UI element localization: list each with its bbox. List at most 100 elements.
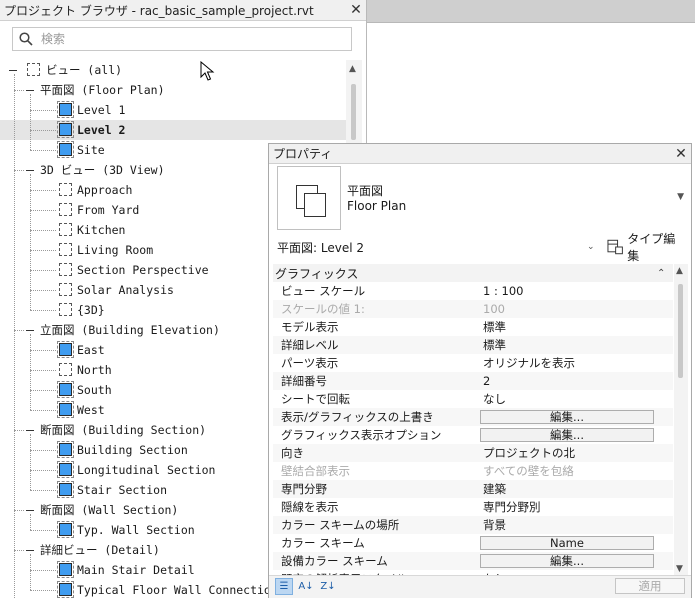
property-name: 表示/グラフィックスの上書き	[281, 410, 434, 424]
tree-connector	[30, 290, 56, 291]
property-value[interactable]: 専門分野別	[478, 499, 673, 515]
plan-view-icon	[57, 341, 74, 358]
scrollbar-thumb[interactable]	[351, 84, 356, 140]
tree-connector	[30, 190, 56, 191]
property-row[interactable]: モデル表示 標準	[273, 318, 673, 336]
scrollbar-thumb[interactable]	[678, 284, 683, 378]
property-edit-button[interactable]: 編集...	[480, 410, 654, 424]
tree-item-view[interactable]: Level 1	[0, 100, 346, 120]
plan-view-icon	[57, 381, 74, 398]
chevron-down-icon[interactable]: ▼	[677, 192, 684, 202]
background-titlebar	[366, 0, 695, 23]
tree-item-label: ビュー (all)	[46, 63, 123, 77]
collapse-icon[interactable]	[9, 70, 17, 71]
3d-view-icon	[59, 223, 72, 236]
tree-item-label: 平面図 (Floor Plan)	[40, 83, 165, 97]
property-row[interactable]: ビュー スケール 1 : 100	[273, 282, 673, 300]
property-row[interactable]: スケールの値 1: 100	[273, 300, 673, 318]
tree-connector	[14, 90, 24, 91]
collapse-icon[interactable]: ⌃	[657, 268, 673, 279]
search-input[interactable]	[39, 31, 333, 47]
scroll-down-icon[interactable]: ▼	[676, 564, 683, 574]
tree-connector	[30, 390, 56, 391]
property-value[interactable]: 標準	[478, 319, 673, 335]
property-name: 専門分野	[281, 482, 327, 496]
tree-connector	[14, 510, 24, 511]
chevron-down-icon: ⌄	[587, 242, 595, 252]
tree-item-label: 断面図 (Building Section)	[40, 423, 207, 437]
sort-ascending-icon[interactable]: A↓	[297, 578, 315, 595]
property-row[interactable]: 設備カラー スキーム 編集...	[273, 552, 673, 570]
close-icon[interactable]: ✕	[671, 146, 691, 162]
property-value[interactable]: 1 : 100	[478, 284, 673, 298]
category-graphics[interactable]: グラフィックス ⌃	[273, 264, 673, 282]
collapse-icon[interactable]	[26, 510, 34, 511]
property-row[interactable]: 専門分野 建築	[273, 480, 673, 498]
property-value[interactable]: 2	[478, 374, 673, 388]
property-row[interactable]: グラフィックス表示オプション 編集...	[273, 426, 673, 444]
property-edit-button[interactable]: 編集...	[480, 554, 654, 568]
property-row[interactable]: 表示/グラフィックスの上書き 編集...	[273, 408, 673, 426]
instance-selector[interactable]: 平面図: Level 2 ⌄	[273, 237, 601, 257]
property-edit-button[interactable]: Name	[480, 536, 654, 550]
sort-descending-icon[interactable]: Z↓	[319, 578, 337, 595]
property-row[interactable]: シートで回転 なし	[273, 390, 673, 408]
tree-item-root[interactable]: ビュー (all)	[0, 60, 346, 80]
property-value: 100	[483, 302, 505, 316]
property-row[interactable]: 隠線を表示 専門分野別	[273, 498, 673, 516]
mouse-cursor-icon	[200, 61, 215, 81]
property-row[interactable]: カラー スキームの場所 背景	[273, 516, 673, 534]
collapse-icon[interactable]	[26, 90, 34, 91]
properties-scrollbar[interactable]: ▲ ▼	[674, 264, 688, 576]
tree-connector	[30, 570, 56, 571]
tree-item-label: Site	[77, 143, 105, 157]
floor-plan-type-icon	[277, 166, 341, 230]
property-edit-button[interactable]: 編集...	[480, 428, 654, 442]
edit-type-button[interactable]: タイプ編集	[607, 232, 685, 263]
collapse-icon[interactable]	[26, 170, 34, 171]
close-icon[interactable]: ✕	[346, 2, 366, 18]
property-row[interactable]: 詳細レベル 標準	[273, 336, 673, 354]
search-box[interactable]	[12, 27, 352, 51]
properties-panel: プロパティ ✕ 平面図 Floor Plan ▼ 平面図: Level 2 ⌄ …	[268, 143, 692, 598]
apply-button[interactable]: 適用	[615, 578, 685, 594]
property-row[interactable]: 詳細番号 2	[273, 372, 673, 390]
property-name: カラー スキームの場所	[281, 518, 400, 532]
property-row[interactable]: 壁結合部表示 すべての壁を包絡	[273, 462, 673, 480]
collapse-icon[interactable]	[26, 430, 34, 431]
property-row[interactable]: 向き プロジェクトの北	[273, 444, 673, 462]
tree-item-label: {3D}	[77, 303, 105, 317]
tree-item-view[interactable]: Level 2	[0, 120, 346, 140]
tree-connector	[30, 514, 31, 530]
property-name: ビュー スケール	[281, 284, 366, 298]
property-name: 壁結合部表示	[281, 464, 350, 478]
tree-item-label: West	[77, 403, 105, 417]
tree-item-category[interactable]: 平面図 (Floor Plan)	[0, 80, 346, 100]
tree-item-label: Typ. Wall Section	[77, 523, 195, 537]
scroll-up-icon[interactable]: ▲	[676, 266, 683, 276]
tree-connector	[14, 170, 24, 171]
collapse-icon[interactable]	[26, 330, 34, 331]
property-name: グラフィックス表示オプション	[281, 428, 442, 442]
tree-item-label: Level 1	[77, 103, 126, 117]
property-row[interactable]: カラー スキーム Name	[273, 534, 673, 552]
tree-connector	[14, 74, 15, 598]
tree-item-label: 立面図 (Building Elevation)	[40, 323, 220, 337]
property-name: シートで回転	[281, 392, 350, 406]
property-value[interactable]: オリジナルを表示	[478, 355, 673, 371]
tree-connector	[30, 110, 56, 111]
property-value[interactable]: 背景	[478, 517, 673, 533]
project-browser-titlebar[interactable]: プロジェクト ブラウザ - rac_basic_sample_project.r…	[0, 0, 366, 21]
properties-titlebar[interactable]: プロパティ ✕	[269, 144, 691, 164]
property-value[interactable]: 建築	[478, 481, 673, 497]
property-row[interactable]: パーツ表示 オリジナルを表示	[273, 354, 673, 372]
type-selector[interactable]: 平面図 Floor Plan ▼	[273, 166, 688, 232]
tree-item-label: 3D ビュー (3D View)	[40, 163, 165, 177]
property-value[interactable]: なし	[478, 391, 673, 407]
property-value[interactable]: 標準	[478, 337, 673, 353]
categorized-sort-icon[interactable]: ☰	[275, 578, 293, 595]
property-value[interactable]: プロジェクトの北	[478, 445, 673, 461]
collapse-icon[interactable]	[26, 550, 34, 551]
scroll-up-icon[interactable]: ▲	[349, 64, 356, 74]
property-name: 設備カラー スキーム	[281, 554, 388, 568]
